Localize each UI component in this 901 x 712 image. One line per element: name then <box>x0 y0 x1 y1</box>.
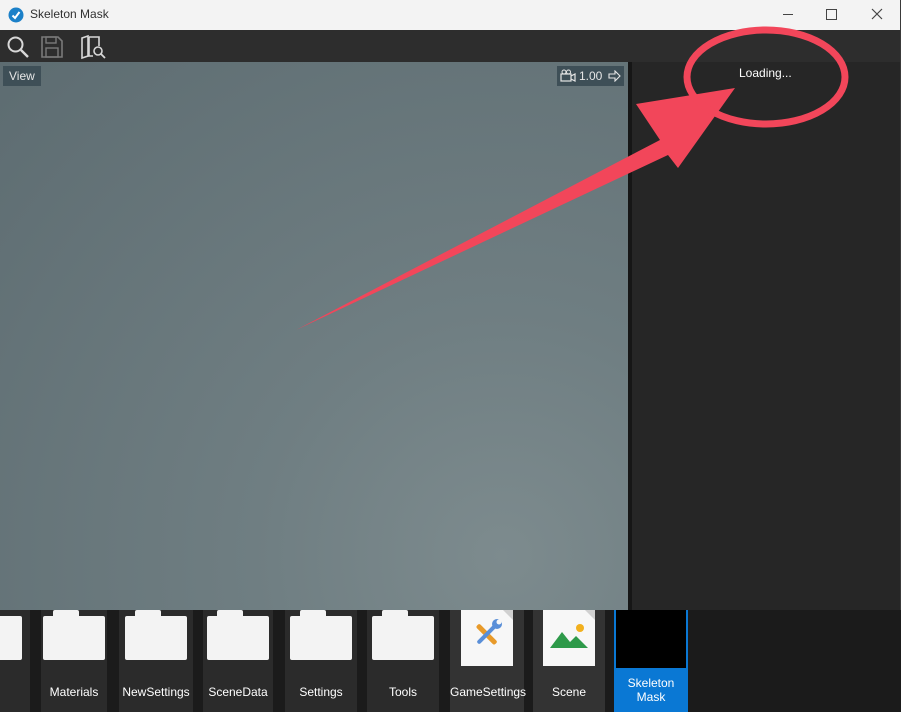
annotation-arrow <box>296 88 735 330</box>
annotation-overlay <box>296 26 849 330</box>
annotation-circle <box>683 26 849 128</box>
